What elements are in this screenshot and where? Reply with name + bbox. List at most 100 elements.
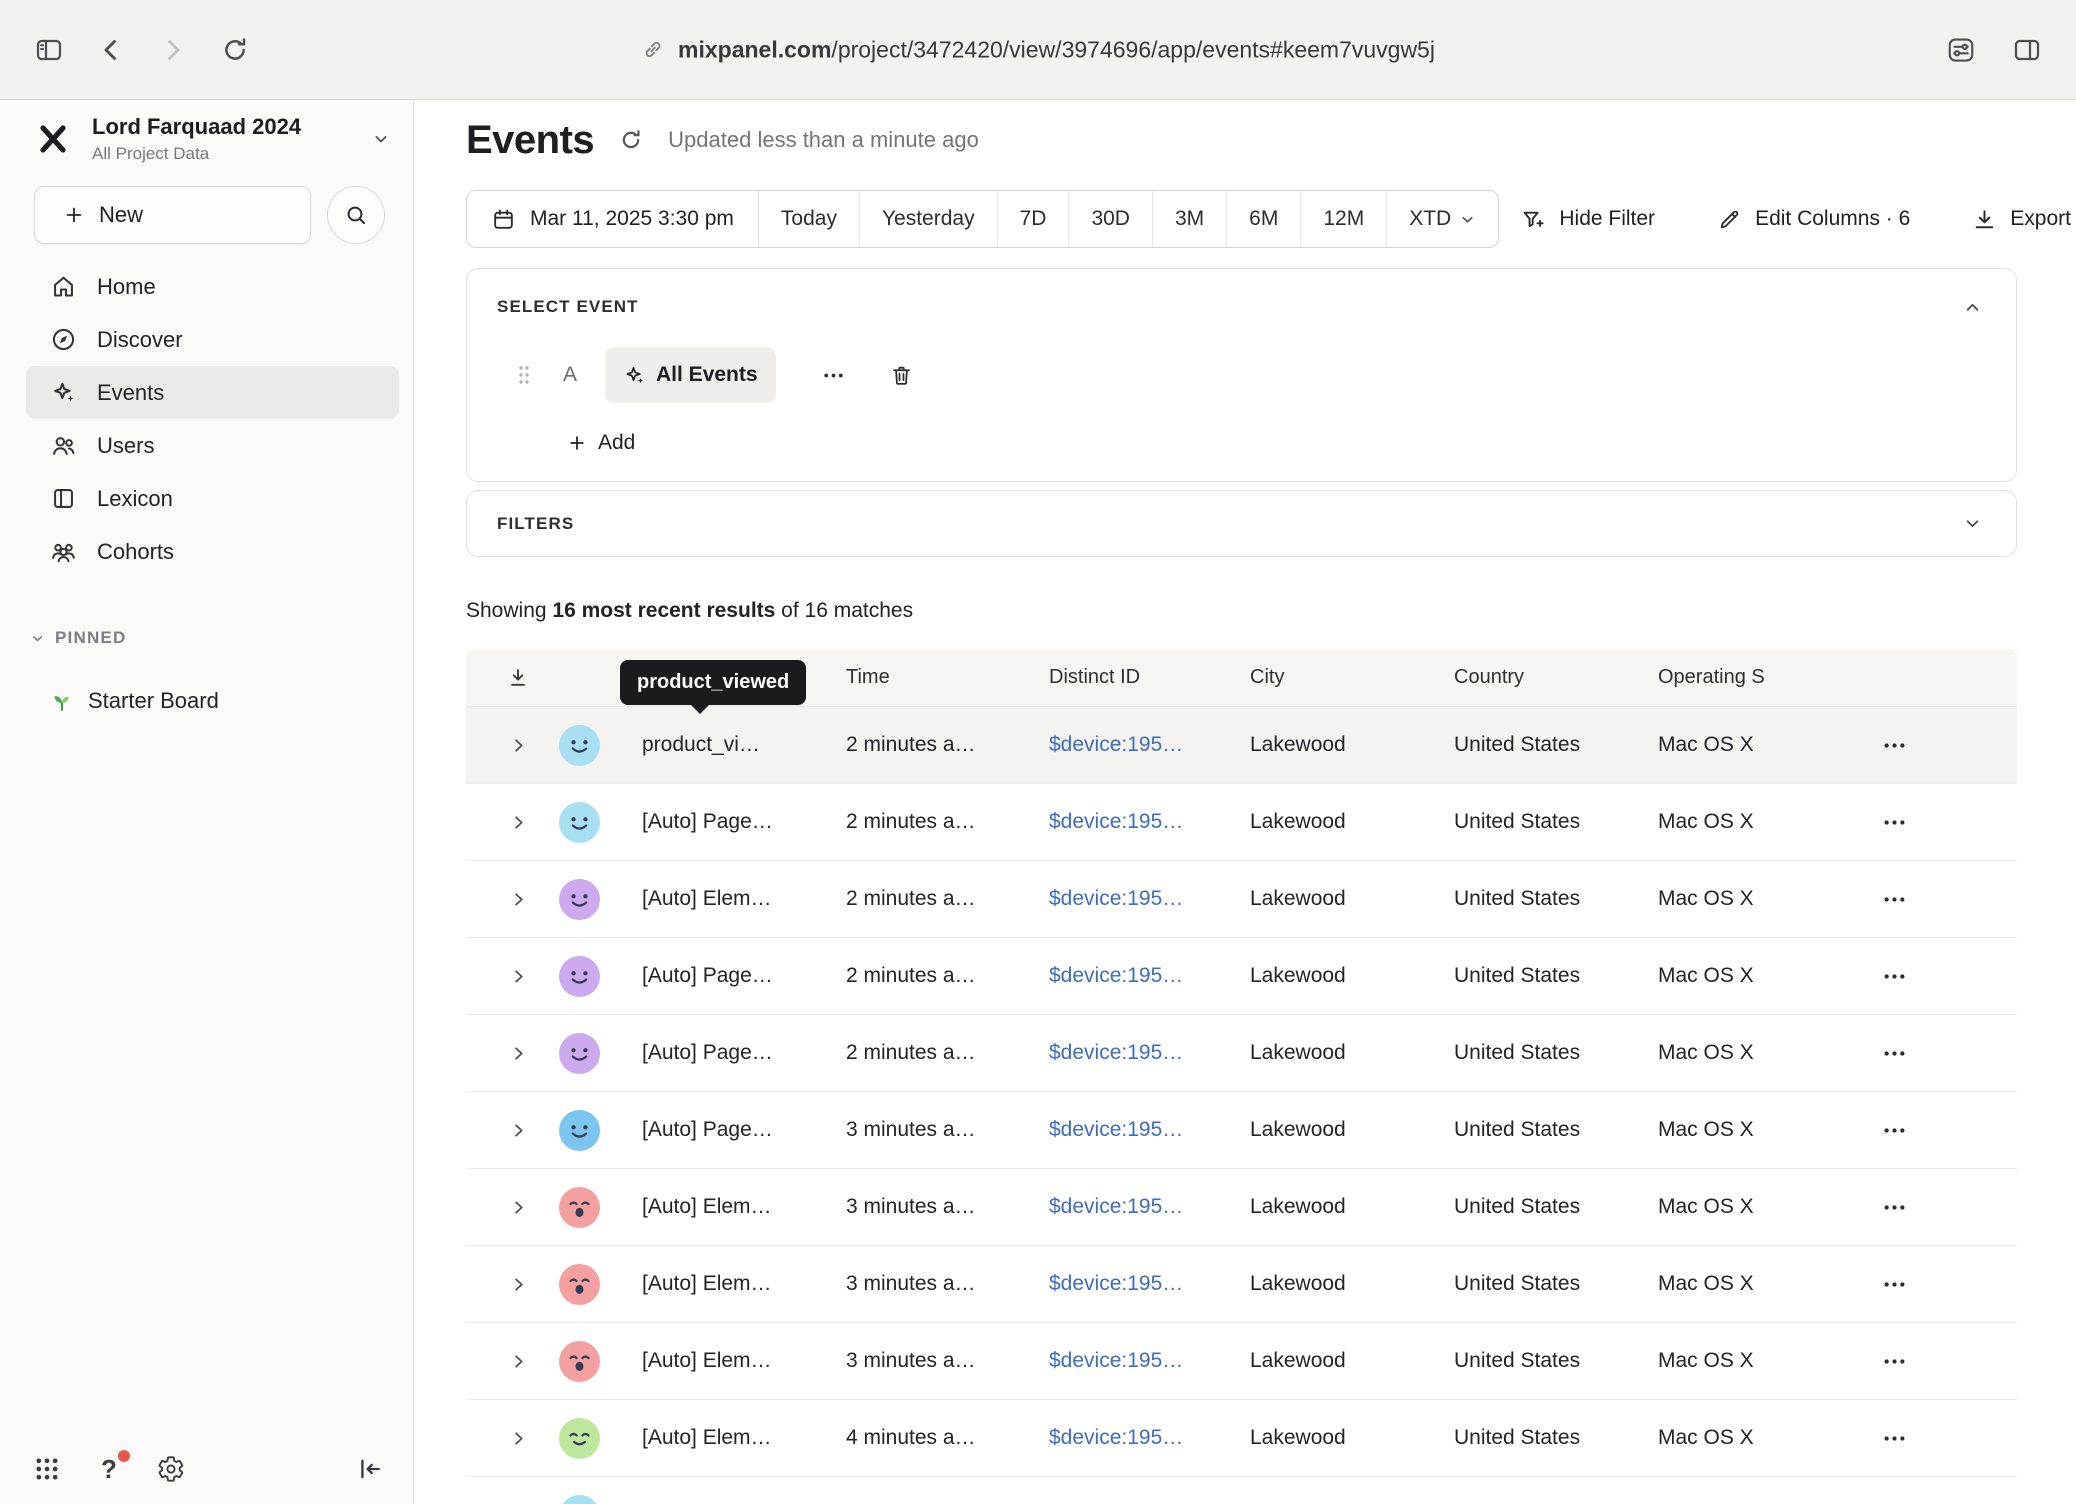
row-expand-chevron-icon[interactable] bbox=[507, 1196, 529, 1218]
row-actions-button[interactable] bbox=[1874, 1033, 1914, 1073]
help-button[interactable]: ? bbox=[92, 1452, 126, 1486]
sidebar-item-cohorts[interactable]: Cohorts bbox=[26, 525, 399, 578]
distinct-id-link[interactable]: $device:195… bbox=[1045, 1426, 1246, 1450]
row-actions-button[interactable] bbox=[1874, 1341, 1914, 1381]
expand-filters-button[interactable] bbox=[1958, 510, 1986, 538]
right-sidebar-toggle-button[interactable] bbox=[2004, 27, 2050, 73]
event-name-cell: [Auto] Page… bbox=[612, 964, 842, 988]
table-row[interactable]: [Auto] Page…3 minutes a…$device:195…Lake… bbox=[466, 1092, 2017, 1169]
apps-grid-button[interactable] bbox=[30, 1452, 64, 1486]
sidebar-item-lexicon[interactable]: Lexicon bbox=[26, 472, 399, 525]
search-button[interactable] bbox=[327, 186, 385, 244]
distinct-id-link[interactable]: $device:195… bbox=[1045, 1349, 1246, 1373]
range-xtd-button[interactable]: XTD bbox=[1386, 191, 1498, 247]
row-actions-button[interactable] bbox=[1874, 1418, 1914, 1458]
page-settings-button[interactable] bbox=[1938, 27, 1984, 73]
table-row[interactable]: [Auto] Elem…4 minutes a…$device:195…Lake… bbox=[466, 1400, 2017, 1477]
range-12m-button[interactable]: 12M bbox=[1300, 191, 1386, 247]
jump-to-latest-icon[interactable] bbox=[506, 666, 530, 690]
row-actions-button[interactable] bbox=[1874, 725, 1914, 765]
collapse-sidebar-button[interactable] bbox=[353, 1452, 387, 1486]
date-picker-button[interactable]: Mar 11, 2025 3:30 pm bbox=[467, 191, 759, 247]
distinct-id-link[interactable]: $device:195… bbox=[1045, 810, 1246, 834]
column-header-time[interactable]: Time bbox=[842, 666, 1045, 689]
column-header-os[interactable]: Operating S bbox=[1654, 666, 1874, 689]
column-header-city[interactable]: City bbox=[1246, 666, 1450, 689]
row-expand-chevron-icon[interactable] bbox=[507, 1427, 529, 1449]
new-button[interactable]: New bbox=[34, 186, 311, 244]
distinct-id-link[interactable]: $device:195… bbox=[1045, 1041, 1246, 1065]
range-today-button[interactable]: Today bbox=[759, 191, 859, 247]
row-actions-button[interactable] bbox=[1874, 802, 1914, 842]
table-row[interactable]: [Auto] Page…2 minutes a…$device:195…Lake… bbox=[466, 938, 2017, 1015]
sidebar-item-starter-board[interactable]: Starter Board bbox=[26, 674, 399, 727]
range-7d-button[interactable]: 7D bbox=[997, 191, 1069, 247]
row-expand-chevron-icon[interactable] bbox=[507, 888, 529, 910]
row-expand-chevron-icon[interactable] bbox=[507, 1119, 529, 1141]
distinct-id-link[interactable]: $device:195… bbox=[1045, 1118, 1246, 1142]
row-actions-button[interactable] bbox=[1874, 1264, 1914, 1304]
row-expand-chevron-icon[interactable] bbox=[507, 965, 529, 987]
row-actions-button[interactable] bbox=[1874, 879, 1914, 919]
reload-button[interactable] bbox=[212, 27, 258, 73]
table-row[interactable]: [Auto] Elem…2 minutes a…$device:195…Lake… bbox=[466, 861, 2017, 938]
workspace-switcher[interactable]: Lord Farquaad 2024 All Project Data bbox=[30, 114, 391, 164]
column-header-distinct-id[interactable]: Distinct ID bbox=[1045, 666, 1246, 689]
delete-event-button[interactable] bbox=[884, 357, 920, 393]
distinct-id-link[interactable]: $device:195… bbox=[1045, 887, 1246, 911]
event-options-button[interactable] bbox=[816, 357, 852, 393]
row-expand-chevron-icon[interactable] bbox=[507, 1042, 529, 1064]
forward-button[interactable] bbox=[150, 27, 196, 73]
event-name-cell: [Auto] Elem… bbox=[612, 1349, 842, 1373]
distinct-id-link[interactable]: $device:195… bbox=[1045, 1272, 1246, 1296]
city-cell: Lakewood bbox=[1246, 1041, 1450, 1065]
sidebar-item-discover[interactable]: Discover bbox=[26, 313, 399, 366]
row-actions-button[interactable] bbox=[1874, 956, 1914, 996]
range-30d-button[interactable]: 30D bbox=[1068, 191, 1152, 247]
settings-button[interactable] bbox=[154, 1452, 188, 1486]
event-selector-chip[interactable]: All Events bbox=[605, 347, 776, 403]
row-expand-chevron-icon[interactable] bbox=[507, 734, 529, 756]
edit-columns-button[interactable]: Edit Columns · 6 bbox=[1717, 207, 1910, 232]
row-actions-button[interactable] bbox=[1874, 1187, 1914, 1227]
column-header-country[interactable]: Country bbox=[1450, 666, 1654, 689]
distinct-id-link[interactable]: $device:195… bbox=[1045, 964, 1246, 988]
distinct-id-link[interactable]: $device:195… bbox=[1045, 733, 1246, 757]
table-row[interactable]: [Auto] Page…2 minutes a…$device:195…Lake… bbox=[466, 784, 2017, 861]
row-actions-button[interactable] bbox=[1874, 1110, 1914, 1150]
chevron-down-icon bbox=[30, 631, 45, 646]
hide-filter-button[interactable]: Hide Filter bbox=[1521, 207, 1655, 232]
distinct-id-link[interactable]: $device:195… bbox=[1045, 1195, 1246, 1219]
drag-handle[interactable] bbox=[517, 364, 531, 386]
event-avatar-icon bbox=[559, 879, 600, 920]
url-bar[interactable]: mixpanel.com/project/3472420/view/397469… bbox=[641, 36, 1435, 63]
sidebar-item-home[interactable]: Home bbox=[26, 260, 399, 313]
browser-sidebar-toggle-button[interactable] bbox=[26, 27, 72, 73]
row-expand-chevron-icon[interactable] bbox=[507, 811, 529, 833]
page-title: Events bbox=[466, 118, 594, 163]
table-row[interactable]: [Auto] Elem…3 minutes a…$device:195…Lake… bbox=[466, 1169, 2017, 1246]
back-button[interactable] bbox=[88, 27, 134, 73]
table-row[interactable]: [Auto] Elem…3 minutes a…$device:195…Lake… bbox=[466, 1323, 2017, 1400]
table-row[interactable]: [Auto] Elem…3 minutes a…$device:195…Lake… bbox=[466, 1246, 2017, 1323]
pinned-section-toggle[interactable]: PINNED bbox=[30, 628, 413, 648]
table-row[interactable] bbox=[466, 1477, 2017, 1504]
sidebar-item-users[interactable]: Users bbox=[26, 419, 399, 472]
table-row[interactable]: [Auto] Page…2 minutes a…$device:195…Lake… bbox=[466, 1015, 2017, 1092]
table-row[interactable]: product_vi…2 minutes a…$device:195…Lakew… bbox=[466, 707, 2017, 784]
row-expand-chevron-icon[interactable] bbox=[507, 1350, 529, 1372]
collapse-select-event-button[interactable] bbox=[1958, 293, 1986, 321]
refresh-button[interactable] bbox=[614, 123, 648, 157]
row-actions-button[interactable] bbox=[1874, 1495, 1914, 1504]
range-yesterday-button[interactable]: Yesterday bbox=[859, 191, 997, 247]
event-avatar-icon bbox=[559, 1418, 600, 1459]
range-6m-button[interactable]: 6M bbox=[1226, 191, 1300, 247]
time-cell: 3 minutes a… bbox=[842, 1118, 1045, 1142]
url-path: /project/3472420/view/3974696/app/events… bbox=[831, 36, 1435, 62]
export-button[interactable]: Export bbox=[1972, 207, 2071, 232]
row-expand-chevron-icon[interactable] bbox=[507, 1273, 529, 1295]
range-3m-button[interactable]: 3M bbox=[1152, 191, 1226, 247]
chevron-up-icon bbox=[1962, 297, 1983, 318]
add-event-button[interactable]: Add bbox=[567, 431, 635, 455]
sidebar-item-events[interactable]: Events bbox=[26, 366, 399, 419]
